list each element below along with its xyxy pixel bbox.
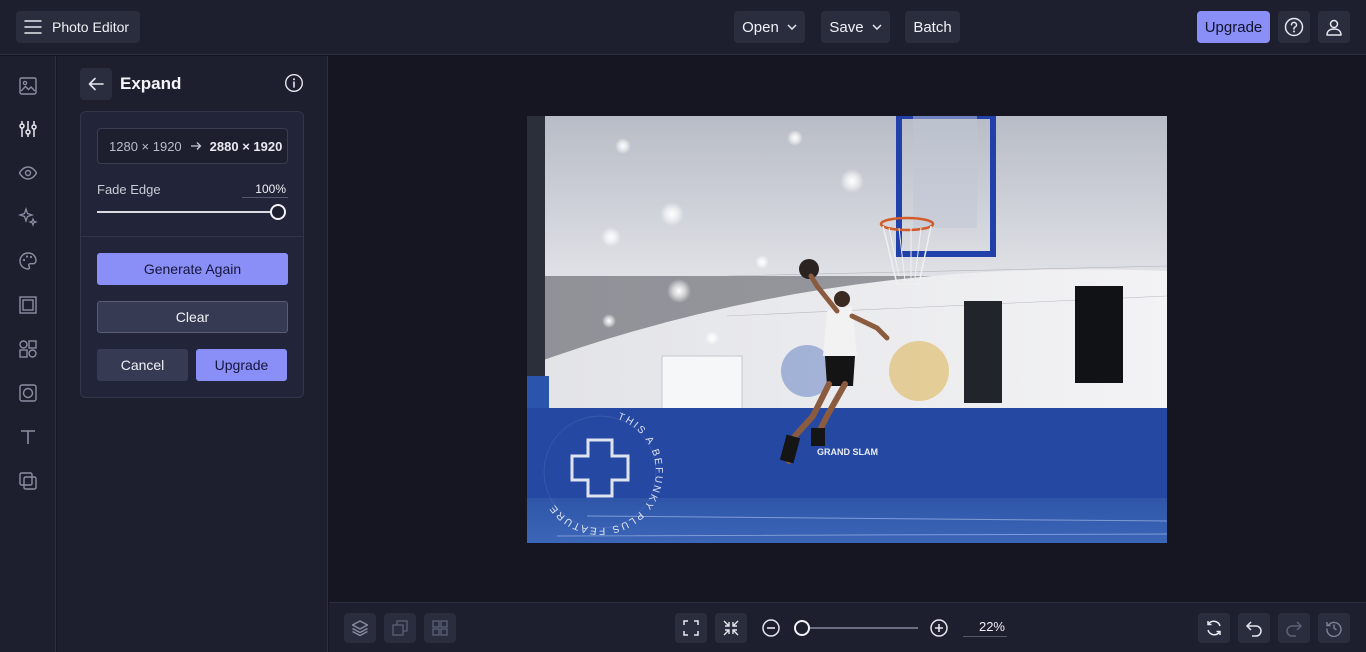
undo-button[interactable] xyxy=(1238,613,1270,643)
batch-button[interactable]: Batch xyxy=(905,11,960,43)
generate-again-button[interactable]: Generate Again xyxy=(97,253,288,285)
arrow-right-icon xyxy=(190,141,202,151)
image-icon[interactable] xyxy=(16,74,40,98)
shapes-icon[interactable] xyxy=(16,337,40,361)
expand-settings-card: 1280 × 1920 2880 × 1920 Fade Edge 100% G… xyxy=(80,111,304,398)
grid-icon xyxy=(431,619,449,637)
photo-preview[interactable]: GRAND SLAM THIS A BEFUNKY PLUS FEATURE xyxy=(527,116,1167,543)
sparkle-icon[interactable] xyxy=(16,205,40,229)
upgrade-button[interactable]: Upgrade xyxy=(1197,11,1270,43)
cancel-button[interactable]: Cancel xyxy=(97,349,188,381)
zoom-out-icon[interactable] xyxy=(761,618,781,638)
help-button[interactable] xyxy=(1278,11,1310,43)
info-icon[interactable] xyxy=(284,73,304,93)
overlay-icon[interactable] xyxy=(16,381,40,405)
actual-size-button[interactable] xyxy=(715,613,747,643)
eye-icon[interactable] xyxy=(16,161,40,185)
chevron-down-icon xyxy=(787,24,797,30)
app-menu-button[interactable]: Photo Editor xyxy=(16,11,140,43)
panel-upgrade-button[interactable]: Upgrade xyxy=(196,349,287,381)
fit-to-screen-button[interactable] xyxy=(675,613,707,643)
layers-stack-icon xyxy=(351,619,369,637)
fade-edge-value[interactable]: 100% xyxy=(242,180,288,198)
account-button[interactable] xyxy=(1318,11,1350,43)
expand-corners-icon xyxy=(682,619,700,637)
fade-edge-slider-handle[interactable] xyxy=(270,204,286,220)
help-icon xyxy=(1284,17,1304,37)
zoom-in-icon[interactable] xyxy=(929,618,949,638)
shrink-corners-icon xyxy=(722,619,740,637)
refresh-icon xyxy=(1205,619,1223,637)
history-icon xyxy=(1325,619,1343,637)
user-icon xyxy=(1325,18,1343,36)
banner-text: GRAND SLAM xyxy=(817,447,878,457)
grid-button[interactable] xyxy=(424,613,456,643)
back-button[interactable] xyxy=(80,68,112,100)
panel-title: Expand xyxy=(120,74,182,93)
expand-panel: Expand 1280 × 1920 2880 × 1920 Fade Edge… xyxy=(57,56,328,652)
palette-icon[interactable] xyxy=(16,249,40,273)
redo-button[interactable] xyxy=(1278,613,1310,643)
chevron-down-icon xyxy=(872,24,882,30)
compare-icon xyxy=(391,619,409,637)
zoom-slider-track[interactable] xyxy=(800,627,918,629)
hamburger-icon xyxy=(24,20,42,34)
app-title: Photo Editor xyxy=(52,19,130,35)
zoom-value[interactable]: 22% xyxy=(963,617,1007,637)
open-menu-button[interactable]: Open xyxy=(734,11,805,43)
arrow-left-icon xyxy=(88,77,104,91)
history-button[interactable] xyxy=(1318,613,1350,643)
batch-label: Batch xyxy=(913,18,952,36)
save-menu-button[interactable]: Save xyxy=(821,11,890,43)
clear-button[interactable]: Clear xyxy=(97,301,288,333)
layers-button[interactable] xyxy=(344,613,376,643)
layers-icon[interactable] xyxy=(16,469,40,493)
save-label: Save xyxy=(829,18,864,36)
undo-icon xyxy=(1245,619,1263,637)
dimensions-display: 1280 × 1920 2880 × 1920 xyxy=(97,128,288,164)
fade-edge-slider-track[interactable] xyxy=(97,211,279,213)
frame-icon[interactable] xyxy=(16,293,40,317)
text-icon[interactable] xyxy=(16,425,40,449)
top-bar: Photo Editor Open Save Batch Upgrade xyxy=(0,0,1366,55)
zoom-slider-handle[interactable] xyxy=(794,620,810,636)
fade-edge-label: Fade Edge xyxy=(97,182,161,197)
divider xyxy=(81,236,303,237)
dims-to: 2880 × 1920 xyxy=(209,138,283,154)
bottom-toolbar: 22% xyxy=(329,602,1366,652)
tool-rail xyxy=(0,56,56,652)
reset-button[interactable] xyxy=(1198,613,1230,643)
adjust-sliders-icon[interactable] xyxy=(16,117,40,141)
dims-from: 1280 × 1920 xyxy=(109,138,182,154)
compare-button[interactable] xyxy=(384,613,416,643)
open-label: Open xyxy=(742,18,779,36)
redo-icon xyxy=(1285,619,1303,637)
